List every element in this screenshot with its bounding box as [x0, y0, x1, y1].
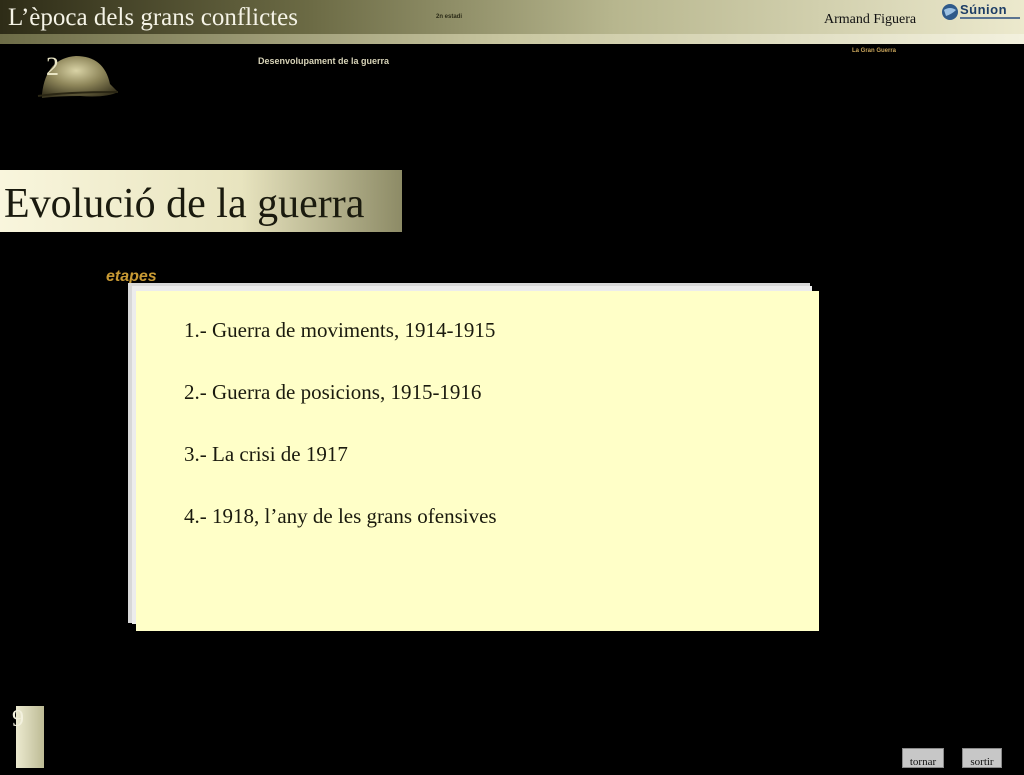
- chapter-subtitle: Desenvolupament de la guerra: [258, 56, 390, 66]
- sunion-logo: Súnion: [940, 2, 1024, 22]
- level-label: 2n estadi: [436, 14, 463, 20]
- back-button[interactable]: tornar: [902, 748, 944, 768]
- slide-number: 9: [12, 706, 24, 732]
- header-strip: [0, 34, 1024, 44]
- logo-text: Súnion: [960, 2, 1008, 17]
- chapter-number: 2: [46, 52, 59, 81]
- author-name: Armand Figuera: [824, 12, 917, 27]
- stage-item: 1.- Guerra de moviments, 1914-1915: [184, 318, 496, 342]
- app-title: L’època dels grans conflictes: [8, 4, 298, 31]
- exit-button[interactable]: sortir: [962, 748, 1002, 768]
- stage-item: 3.- La crisi de 1917: [184, 442, 348, 466]
- globe-icon: [942, 4, 958, 20]
- logo-underline: [960, 17, 1020, 19]
- stage-item: 4.- 1918, l’any de les grans ofensives: [184, 504, 497, 528]
- course-name: La Gran Guerra: [852, 48, 897, 54]
- stage-item: 2.- Guerra de posicions, 1915-1916: [184, 380, 482, 404]
- stages-list: 1.- Guerra de moviments, 1914-1915 2.- G…: [184, 316, 497, 564]
- page-title: Evolució de la guerra: [4, 181, 365, 227]
